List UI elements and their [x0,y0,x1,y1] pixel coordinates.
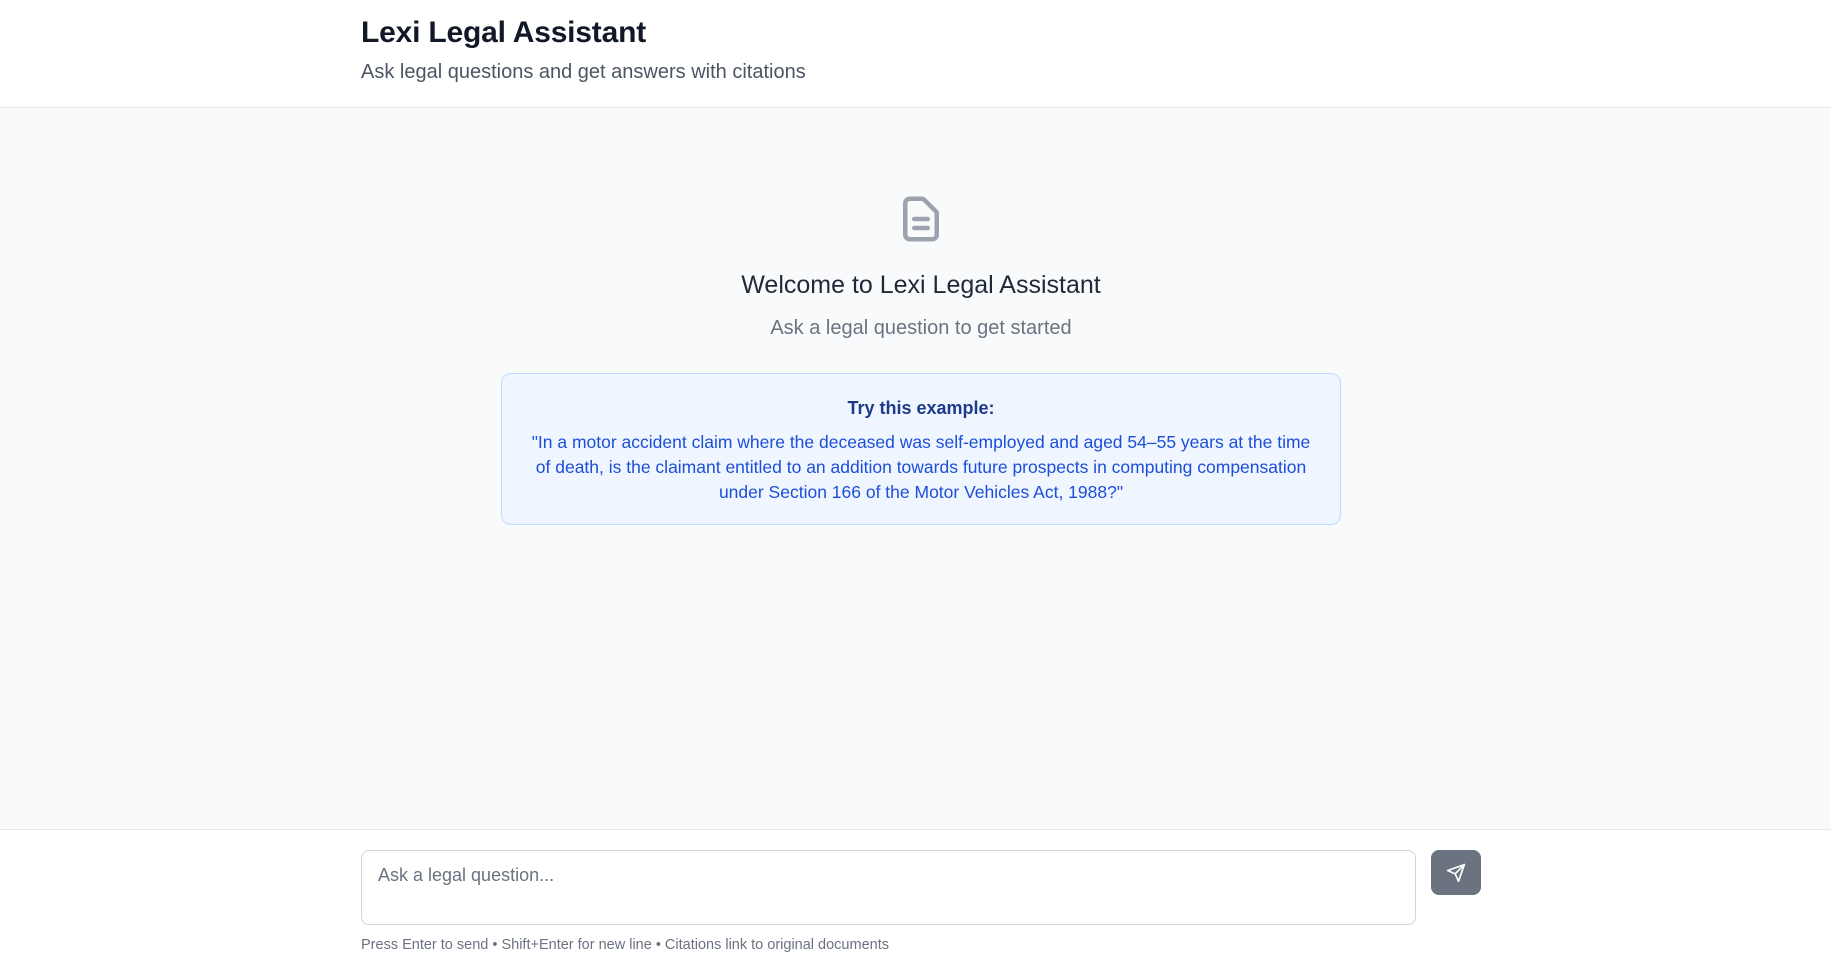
header-content: Lexi Legal Assistant Ask legal questions… [361,14,806,86]
app-header: Lexi Legal Assistant Ask legal questions… [0,0,1831,108]
send-button[interactable] [1431,850,1481,895]
app-title: Lexi Legal Assistant [361,16,646,49]
send-icon [1446,863,1466,882]
welcome-title: Welcome to Lexi Legal Assistant [741,271,1101,299]
welcome-subtitle: Ask a legal question to get started [770,317,1072,339]
example-question-card[interactable]: Try this example: "In a motor accident c… [501,373,1341,525]
composer-footer: Press Enter to send • Shift+Enter for ne… [0,829,1831,964]
document-icon [903,196,939,242]
chat-area: Welcome to Lexi Legal Assistant Ask a le… [0,108,1831,829]
question-input[interactable] [361,850,1416,925]
example-question-text: "In a motor accident claim where the dec… [531,432,1311,502]
composer-hint: Press Enter to send • Shift+Enter for ne… [361,937,889,953]
app-subtitle: Ask legal questions and get answers with… [361,61,806,83]
example-label: Try this example: [847,398,995,418]
